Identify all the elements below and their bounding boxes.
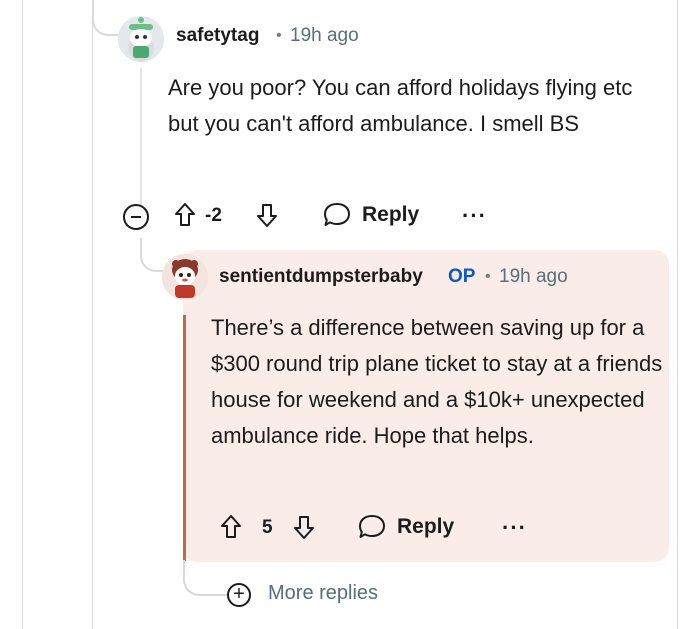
avatar[interactable] (118, 16, 164, 62)
downvote-arrow-icon (294, 516, 314, 539)
vote-count: 5 (262, 517, 273, 538)
username[interactable]: sentientdumpsterbaby (219, 266, 423, 288)
upvote-arrow-icon (221, 515, 241, 538)
reply-bubble-icon (359, 515, 385, 538)
thread-connector (92, 0, 120, 36)
timestamp[interactable]: 19h ago (290, 25, 359, 47)
timestamp[interactable]: 19h ago (499, 266, 568, 288)
right-border-line (677, 0, 678, 629)
downvote-button[interactable] (293, 514, 315, 540)
reply-button[interactable]: Reply (322, 201, 419, 229)
thread-guide-outer (92, 0, 93, 629)
collapse-thread-button[interactable] (123, 204, 149, 230)
meta-separator: • (485, 268, 491, 285)
reply-button[interactable]: Reply (357, 513, 454, 541)
op-badge: OP (448, 266, 476, 287)
more-replies-connector (183, 560, 227, 596)
downvote-button[interactable] (256, 202, 278, 228)
more-replies-link[interactable]: More replies (268, 582, 378, 605)
upvote-arrow-icon (175, 203, 195, 226)
reply-bubble-icon (324, 203, 350, 226)
comment-body: Are you poor? You can afford holidays fl… (168, 75, 633, 136)
more-replies-expand-icon[interactable]: + (227, 583, 251, 607)
more-options-button[interactable]: ··· (462, 203, 487, 229)
avatar[interactable] (162, 254, 208, 300)
snoo-avatar-icon (118, 16, 164, 62)
comment-body: There’s a difference between saving up f… (211, 315, 663, 448)
reply-label: Reply (362, 203, 420, 226)
snoo-avatar-icon (162, 254, 208, 300)
username[interactable]: safetytag (176, 25, 259, 47)
op-reply-thread-line (183, 315, 186, 561)
upvote-button[interactable] (220, 514, 242, 540)
upvote-button[interactable] (174, 202, 196, 228)
downvote-arrow-icon (257, 204, 277, 227)
comment-thread-line (140, 68, 142, 205)
meta-separator: • (276, 27, 282, 44)
reply-label: Reply (397, 515, 455, 538)
left-border-line (22, 0, 23, 629)
more-options-button[interactable]: ··· (502, 515, 527, 541)
vote-count: -2 (205, 205, 222, 226)
